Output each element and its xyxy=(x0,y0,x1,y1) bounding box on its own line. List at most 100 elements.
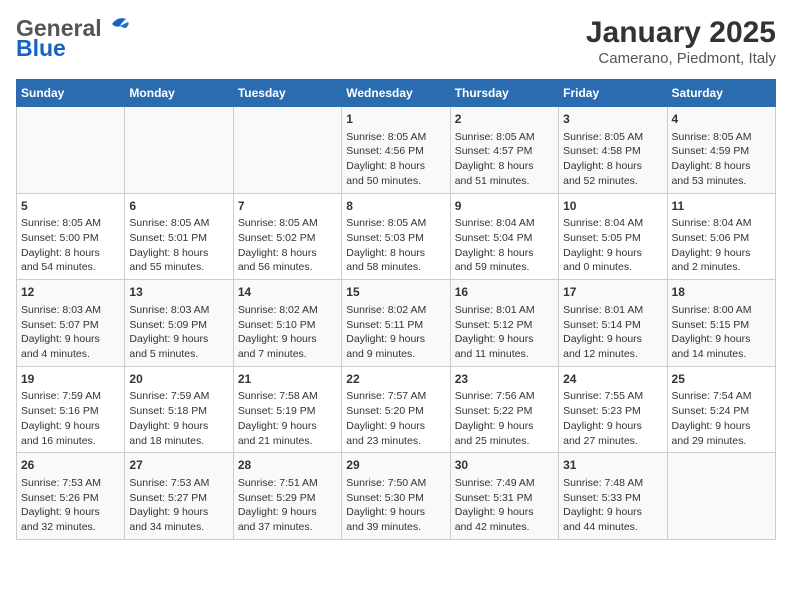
day-content: and 12 minutes. xyxy=(563,347,662,362)
day-content: Sunrise: 7:57 AM xyxy=(346,389,445,404)
day-content: and 4 minutes. xyxy=(21,347,120,362)
day-content: and 21 minutes. xyxy=(238,434,337,449)
day-content: Sunset: 5:16 PM xyxy=(21,404,120,419)
day-content: Sunset: 5:00 PM xyxy=(21,231,120,246)
day-content: and 23 minutes. xyxy=(346,434,445,449)
day-content: Sunset: 5:01 PM xyxy=(129,231,228,246)
day-content: Sunrise: 8:00 AM xyxy=(672,303,771,318)
day-number: 28 xyxy=(238,457,337,474)
day-content: Sunrise: 7:55 AM xyxy=(563,389,662,404)
calendar-header-row: Sunday Monday Tuesday Wednesday Thursday… xyxy=(17,80,776,107)
day-content: Sunrise: 8:04 AM xyxy=(563,216,662,231)
day-number: 1 xyxy=(346,111,445,128)
day-content: Daylight: 8 hours xyxy=(238,246,337,261)
col-friday: Friday xyxy=(559,80,667,107)
day-number: 31 xyxy=(563,457,662,474)
day-content: and 32 minutes. xyxy=(21,520,120,535)
day-content: Daylight: 8 hours xyxy=(346,159,445,174)
table-row: 9Sunrise: 8:04 AMSunset: 5:04 PMDaylight… xyxy=(450,193,558,280)
day-number: 30 xyxy=(455,457,554,474)
table-row: 19Sunrise: 7:59 AMSunset: 5:16 PMDayligh… xyxy=(17,366,125,453)
day-content: Daylight: 9 hours xyxy=(455,419,554,434)
table-row: 23Sunrise: 7:56 AMSunset: 5:22 PMDayligh… xyxy=(450,366,558,453)
day-content: Sunset: 5:10 PM xyxy=(238,318,337,333)
day-content: Sunset: 5:26 PM xyxy=(21,491,120,506)
table-row: 4Sunrise: 8:05 AMSunset: 4:59 PMDaylight… xyxy=(667,107,775,194)
day-content: Daylight: 9 hours xyxy=(346,419,445,434)
day-content: and 55 minutes. xyxy=(129,260,228,275)
day-content: Sunrise: 8:05 AM xyxy=(672,130,771,145)
day-number: 20 xyxy=(129,371,228,388)
day-content: Daylight: 9 hours xyxy=(672,246,771,261)
table-row: 17Sunrise: 8:01 AMSunset: 5:14 PMDayligh… xyxy=(559,280,667,367)
calendar-week-row: 5Sunrise: 8:05 AMSunset: 5:00 PMDaylight… xyxy=(17,193,776,280)
day-content: Daylight: 8 hours xyxy=(672,159,771,174)
day-content: Daylight: 9 hours xyxy=(21,332,120,347)
table-row: 3Sunrise: 8:05 AMSunset: 4:58 PMDaylight… xyxy=(559,107,667,194)
day-number: 3 xyxy=(563,111,662,128)
day-number: 12 xyxy=(21,284,120,301)
col-monday: Monday xyxy=(125,80,233,107)
day-number: 26 xyxy=(21,457,120,474)
day-content: Sunset: 5:24 PM xyxy=(672,404,771,419)
day-content: Sunrise: 8:05 AM xyxy=(455,130,554,145)
day-number: 21 xyxy=(238,371,337,388)
table-row xyxy=(233,107,341,194)
day-content: and 39 minutes. xyxy=(346,520,445,535)
col-thursday: Thursday xyxy=(450,80,558,107)
day-content: and 29 minutes. xyxy=(672,434,771,449)
day-content: Daylight: 8 hours xyxy=(21,246,120,261)
day-content: Daylight: 9 hours xyxy=(455,505,554,520)
day-number: 24 xyxy=(563,371,662,388)
day-content: Daylight: 9 hours xyxy=(238,332,337,347)
day-content: Daylight: 9 hours xyxy=(238,419,337,434)
day-content: Sunrise: 7:59 AM xyxy=(21,389,120,404)
day-content: Daylight: 9 hours xyxy=(672,332,771,347)
day-content: and 53 minutes. xyxy=(672,174,771,189)
day-content: Sunrise: 8:01 AM xyxy=(563,303,662,318)
table-row: 15Sunrise: 8:02 AMSunset: 5:11 PMDayligh… xyxy=(342,280,450,367)
day-content: Sunset: 5:15 PM xyxy=(672,318,771,333)
day-content: and 42 minutes. xyxy=(455,520,554,535)
day-content: and 5 minutes. xyxy=(129,347,228,362)
day-number: 19 xyxy=(21,371,120,388)
calendar-title: January 2025 xyxy=(586,16,776,50)
calendar-week-row: 1Sunrise: 8:05 AMSunset: 4:56 PMDaylight… xyxy=(17,107,776,194)
day-content: and 14 minutes. xyxy=(672,347,771,362)
day-number: 27 xyxy=(129,457,228,474)
day-content: and 27 minutes. xyxy=(563,434,662,449)
day-content: and 2 minutes. xyxy=(672,260,771,275)
day-content: Sunrise: 8:02 AM xyxy=(346,303,445,318)
day-content: Sunrise: 8:05 AM xyxy=(238,216,337,231)
day-content: Sunset: 5:02 PM xyxy=(238,231,337,246)
day-content: Daylight: 8 hours xyxy=(129,246,228,261)
table-row xyxy=(125,107,233,194)
day-content: Sunset: 5:19 PM xyxy=(238,404,337,419)
day-content: Sunset: 5:30 PM xyxy=(346,491,445,506)
day-content: Sunrise: 8:05 AM xyxy=(346,130,445,145)
day-content: Sunrise: 8:03 AM xyxy=(21,303,120,318)
day-content: Sunset: 4:58 PM xyxy=(563,144,662,159)
day-content: and 37 minutes. xyxy=(238,520,337,535)
calendar-week-row: 26Sunrise: 7:53 AMSunset: 5:26 PMDayligh… xyxy=(17,453,776,540)
day-content: Daylight: 8 hours xyxy=(346,246,445,261)
day-number: 22 xyxy=(346,371,445,388)
day-number: 11 xyxy=(672,198,771,215)
day-content: Sunset: 5:23 PM xyxy=(563,404,662,419)
day-content: Sunset: 5:27 PM xyxy=(129,491,228,506)
day-content: Sunset: 4:57 PM xyxy=(455,144,554,159)
day-number: 7 xyxy=(238,198,337,215)
day-content: Daylight: 9 hours xyxy=(563,505,662,520)
table-row: 14Sunrise: 8:02 AMSunset: 5:10 PMDayligh… xyxy=(233,280,341,367)
logo-bird-icon xyxy=(104,14,134,36)
calendar-table: Sunday Monday Tuesday Wednesday Thursday… xyxy=(16,79,776,540)
day-number: 23 xyxy=(455,371,554,388)
day-content: and 18 minutes. xyxy=(129,434,228,449)
day-content: Sunrise: 7:54 AM xyxy=(672,389,771,404)
table-row: 28Sunrise: 7:51 AMSunset: 5:29 PMDayligh… xyxy=(233,453,341,540)
day-content: Sunrise: 8:04 AM xyxy=(455,216,554,231)
day-content: Daylight: 9 hours xyxy=(21,419,120,434)
day-content: Sunset: 5:07 PM xyxy=(21,318,120,333)
day-content: and 59 minutes. xyxy=(455,260,554,275)
day-content: Sunrise: 8:03 AM xyxy=(129,303,228,318)
